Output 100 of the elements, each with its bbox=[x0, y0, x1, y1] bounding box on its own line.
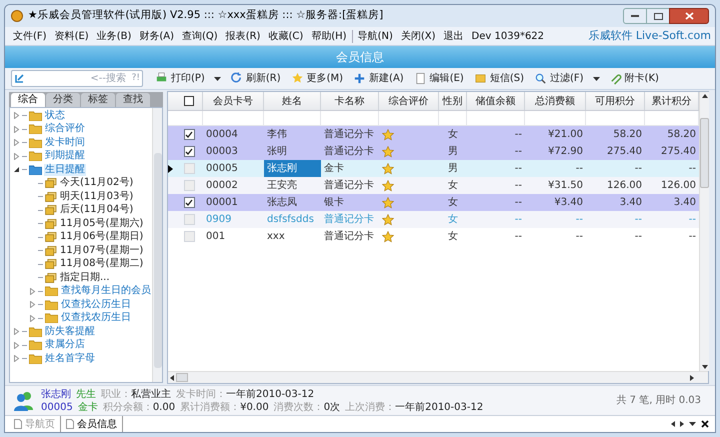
menu-item[interactable]: 资料(E) bbox=[50, 28, 93, 44]
menu-item[interactable]: 收藏(C) bbox=[264, 28, 308, 44]
column-header[interactable]: 总消费额 bbox=[525, 92, 586, 110]
toolbar-button[interactable]: 刷新(R) bbox=[226, 70, 285, 88]
menu-item[interactable]: 业务(B) bbox=[92, 28, 136, 44]
table-cell-text: 男 bbox=[447, 162, 459, 176]
side-tab[interactable]: 标签 bbox=[81, 93, 115, 107]
tree-item[interactable]: 到期提醒 bbox=[44, 150, 86, 162]
document-tab[interactable]: 会员信息 bbox=[60, 416, 123, 432]
expand-icon[interactable] bbox=[29, 301, 36, 308]
side-tab[interactable]: 分类 bbox=[46, 93, 80, 107]
tree-item[interactable]: 仅查找公历生日 bbox=[60, 298, 132, 311]
side-tab[interactable]: 综合 bbox=[11, 93, 45, 107]
menu-item[interactable]: 查询(Q) bbox=[178, 28, 222, 44]
tree-item[interactable]: 生日提醒 bbox=[44, 164, 86, 176]
tree-item[interactable]: 防失客提醒 bbox=[44, 326, 96, 338]
column-header[interactable]: 储值余额 bbox=[467, 92, 525, 110]
toolbar-button[interactable]: 打印(P) bbox=[151, 70, 209, 88]
expand-icon[interactable] bbox=[13, 355, 20, 362]
maximize-button[interactable] bbox=[647, 8, 669, 24]
column-header[interactable]: 卡名称 bbox=[321, 92, 379, 110]
column-header[interactable]: 姓名 bbox=[264, 92, 321, 110]
expand-icon[interactable] bbox=[13, 328, 20, 336]
scrollbar-thumb[interactable] bbox=[176, 373, 188, 382]
scroll-left-icon[interactable] bbox=[671, 421, 675, 427]
tree-item[interactable]: 11月08号(星期二) bbox=[59, 258, 144, 270]
tree-item[interactable]: 发卡时间 bbox=[44, 136, 86, 149]
expand-icon[interactable] bbox=[29, 314, 36, 322]
column-header[interactable]: 会员卡号 bbox=[203, 92, 264, 110]
column-header[interactable]: 综合评价 bbox=[379, 92, 439, 110]
field-label: 消费次数： bbox=[274, 400, 324, 414]
toolbar-button[interactable]: 编辑(E) bbox=[410, 70, 468, 88]
expand-icon[interactable] bbox=[13, 152, 20, 160]
close-icon[interactable] bbox=[701, 420, 709, 428]
scroll-right-icon[interactable] bbox=[680, 421, 684, 427]
expand-icon[interactable] bbox=[29, 288, 36, 295]
table-cell-text: 普通记分卡 bbox=[323, 230, 375, 244]
tree-item[interactable]: 11月06号(星期日) bbox=[59, 231, 144, 244]
tree-item[interactable]: 查找每月生日的会员 bbox=[60, 285, 152, 298]
page-icon bbox=[14, 419, 22, 429]
folder-icon bbox=[45, 286, 58, 296]
tree-item[interactable]: 隶属分店 bbox=[44, 339, 86, 352]
tree-item[interactable]: 11月07号(星期一) bbox=[59, 244, 144, 257]
star-icon bbox=[382, 214, 394, 226]
toolbar-button[interactable]: 过滤(F) bbox=[530, 70, 588, 88]
toolbar-button[interactable]: 新建(A) bbox=[349, 70, 408, 88]
expand-icon[interactable] bbox=[13, 139, 20, 146]
select-all-checkbox[interactable] bbox=[184, 96, 194, 106]
menu-item[interactable]: 报表(R) bbox=[222, 28, 264, 44]
table-cell-text: -- bbox=[688, 230, 697, 244]
menu-item[interactable]: 关闭(X) bbox=[396, 28, 440, 44]
menu-item[interactable]: 文件(F) bbox=[9, 28, 51, 44]
scrollbar-thumb[interactable] bbox=[154, 153, 162, 368]
menu-item[interactable]: 导航(N) bbox=[354, 28, 397, 44]
menu-item[interactable]: 帮助(H) bbox=[307, 28, 351, 44]
tree-item[interactable]: 综合评价 bbox=[44, 123, 86, 136]
stacked-folder-icon bbox=[45, 205, 57, 216]
folder-icon bbox=[45, 313, 58, 324]
tab-list-icon[interactable] bbox=[689, 422, 696, 426]
tree-scrollbar[interactable] bbox=[152, 108, 162, 382]
vertical-scrollbar[interactable] bbox=[699, 92, 709, 371]
scroll-left-icon[interactable] bbox=[170, 374, 174, 380]
folder-icon bbox=[29, 110, 42, 121]
menu-item[interactable]: Dev 1039*622 bbox=[468, 28, 548, 44]
toolbar-button[interactable]: 附卡(K) bbox=[604, 70, 663, 88]
tree-item[interactable]: 状态 bbox=[44, 110, 66, 122]
scroll-down-icon[interactable] bbox=[702, 365, 708, 369]
column-header[interactable]: 性别 bbox=[439, 92, 467, 110]
menu-item[interactable]: 退出 bbox=[440, 28, 468, 44]
column-header[interactable]: 可用积分 bbox=[586, 92, 645, 110]
tree-item[interactable]: 明天(11月03号) bbox=[59, 190, 134, 203]
dropdown-arrow-icon[interactable] bbox=[592, 76, 600, 80]
collapse-icon[interactable] bbox=[13, 166, 20, 174]
table-cell: 张志刚 bbox=[264, 160, 321, 177]
search-icon bbox=[534, 72, 547, 85]
scrollbar-thumb[interactable] bbox=[700, 118, 709, 188]
toolbar-button[interactable]: 短信(S) bbox=[470, 70, 528, 88]
tree-item[interactable]: 11月05号(星期六) bbox=[59, 218, 144, 230]
expand-icon[interactable] bbox=[13, 342, 20, 349]
document-icon bbox=[414, 72, 427, 85]
dropdown-arrow-icon[interactable] bbox=[214, 76, 221, 80]
expand-icon[interactable] bbox=[13, 112, 20, 120]
row-checkbox[interactable] bbox=[184, 129, 194, 140]
horizontal-scrollbar[interactable] bbox=[168, 371, 708, 383]
row-checkbox[interactable] bbox=[184, 146, 194, 157]
tree-item[interactable]: 仅查找农历生日 bbox=[60, 312, 132, 324]
row-checkbox[interactable] bbox=[184, 197, 194, 208]
close-button[interactable] bbox=[669, 8, 709, 24]
toolbar-button[interactable]: 更多(M) bbox=[286, 70, 348, 88]
tree-item[interactable]: 今天(11月02号) bbox=[59, 177, 134, 190]
menu-item[interactable]: 财务(A) bbox=[135, 28, 178, 44]
minimize-button[interactable] bbox=[623, 8, 647, 24]
tree-item[interactable]: 姓名首字母 bbox=[44, 352, 96, 365]
expand-icon[interactable] bbox=[13, 126, 20, 133]
tree-item[interactable]: 后天(11月04号) bbox=[59, 204, 134, 216]
paperclip-icon bbox=[608, 72, 622, 85]
scroll-up-icon[interactable] bbox=[702, 94, 708, 98]
scroll-right-icon[interactable] bbox=[690, 374, 694, 380]
side-tab[interactable]: 查找 bbox=[116, 93, 150, 107]
tree-item[interactable]: 指定日期... bbox=[59, 272, 111, 284]
